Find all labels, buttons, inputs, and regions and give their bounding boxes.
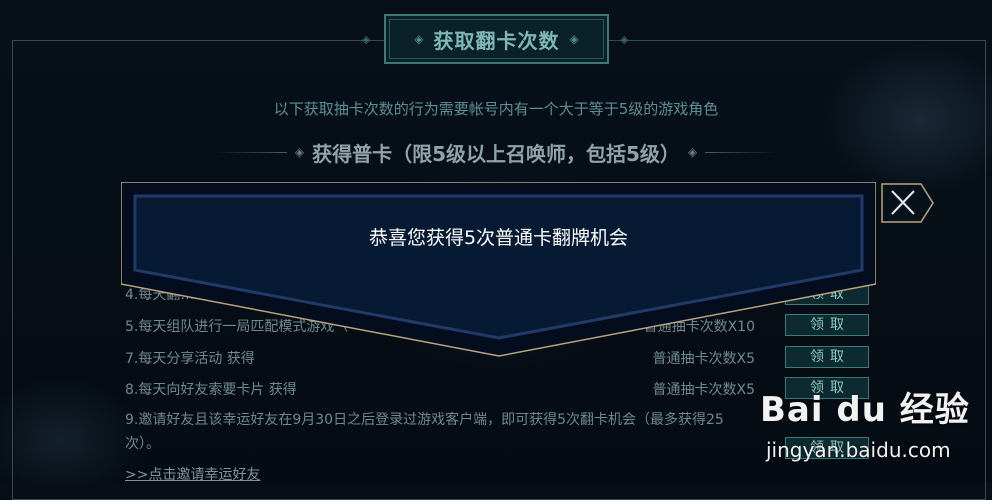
- modal-close-button[interactable]: [881, 183, 935, 223]
- notification-modal: 恭喜您获得5次普通卡翻牌机会: [121, 182, 876, 357]
- requirement-note: 以下获取抽卡次数的行为需要帐号内有一个大于等于5级的游戏角色: [273, 100, 719, 118]
- section-heading-row: ◈ 获得普卡（限5级以上召唤师，包括5级） ◈: [215, 138, 777, 166]
- section-heading: 获得普卡（限5级以上召唤师，包括5级）: [312, 141, 680, 166]
- invite-description: 9.邀请好友且该幸运好友在9月30日之后登录过游戏客户端，即可获得5次翻卡机会（…: [125, 412, 724, 452]
- close-x-icon: [881, 183, 934, 223]
- title-left-ornament: ◈: [362, 33, 371, 46]
- task-reward: 普通抽卡次数X5: [652, 382, 756, 398]
- watermark-url: jingyan.baidu.com: [766, 438, 951, 462]
- title-right-ornament: ◈: [620, 33, 629, 46]
- invite-friend-link[interactable]: >>点击邀请幸运好友: [125, 464, 260, 484]
- divider-left: [215, 151, 287, 153]
- baidu-watermark: Bai du 经验 jingyan.baidu.com: [760, 378, 990, 478]
- modal-shape: [121, 182, 876, 357]
- divider-right: [705, 151, 777, 153]
- task-label: 8.每天向好友索要卡片 获得: [125, 382, 297, 398]
- ornament-right-icon: ◈: [569, 32, 579, 46]
- diamond-left-icon: ◈: [294, 145, 305, 159]
- ornament-left-icon: ◈: [414, 32, 424, 46]
- diamond-right-icon: ◈: [687, 145, 698, 159]
- watermark-logo: Bai du 经验: [760, 390, 970, 430]
- page-title-box: ◈ 获取翻卡次数 ◈: [384, 14, 609, 64]
- modal-message: 恭喜您获得5次普通卡翻牌机会: [368, 227, 629, 249]
- page-title: 获取翻卡次数: [433, 28, 560, 53]
